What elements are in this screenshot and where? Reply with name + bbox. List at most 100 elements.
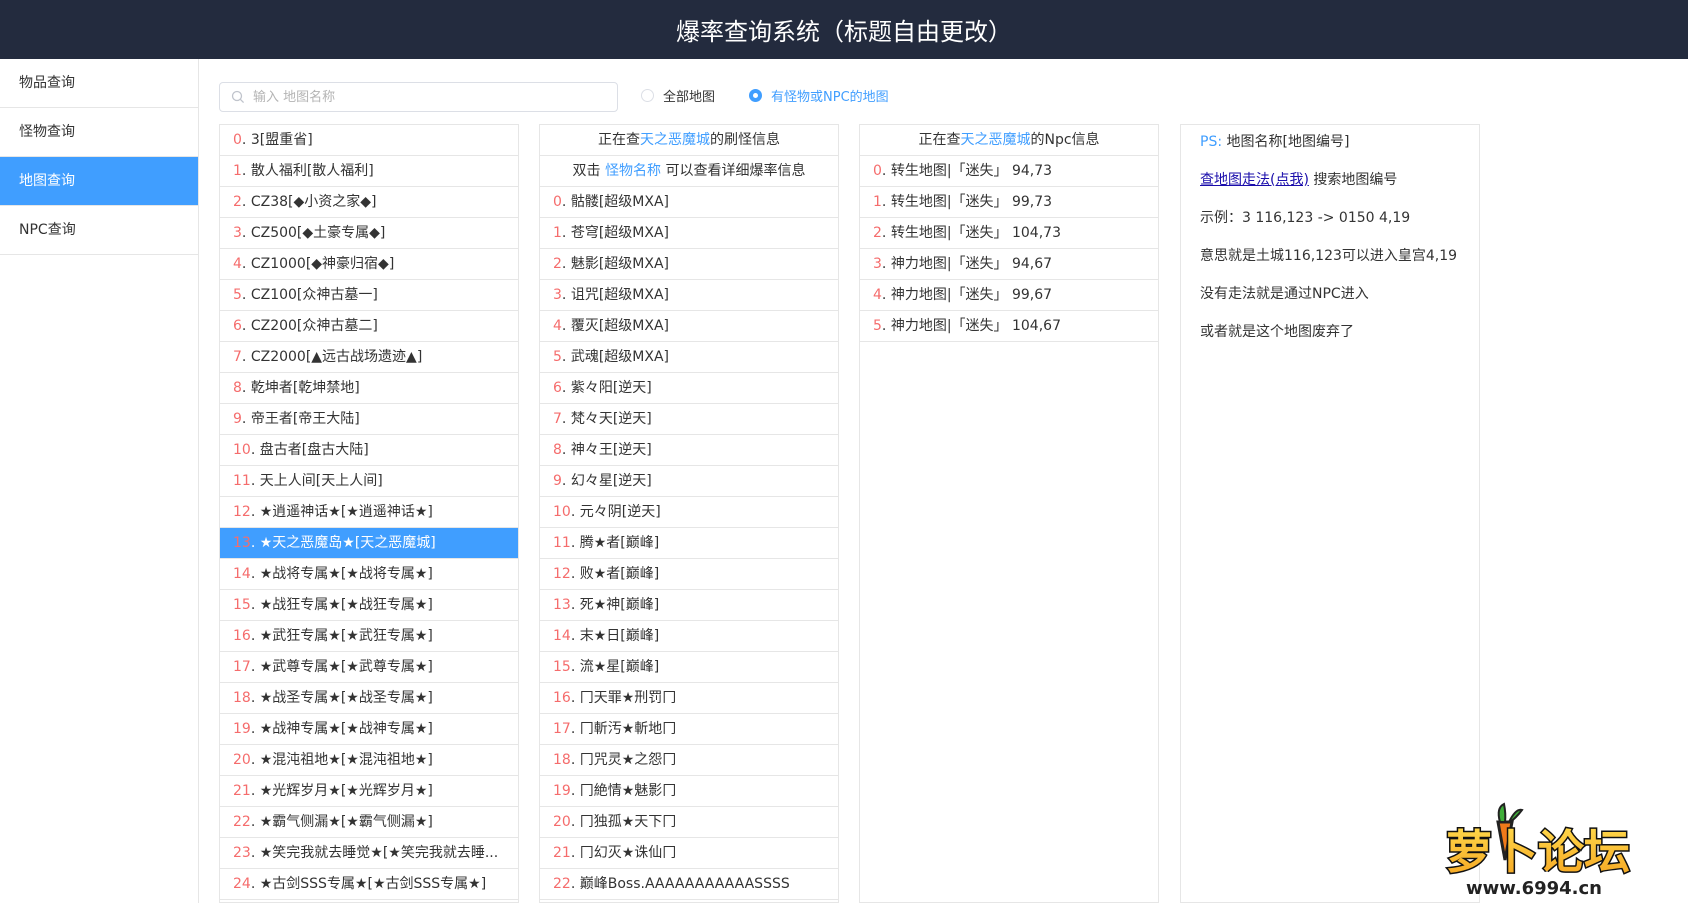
map-list-item[interactable]: 17. ★武尊专属★[★武尊专属★]	[220, 652, 518, 683]
monster-list-item[interactable]: 9. 幻々星[逆天]	[540, 466, 838, 497]
monster-list-item[interactable]: 11. 腾★者[巅峰]	[540, 528, 838, 559]
row-label: 冂斬汚★斬地冂	[579, 721, 677, 737]
row-index-separator: .	[250, 597, 260, 613]
map-list-item[interactable]: 5. CZ100[众神古墓一]	[220, 280, 518, 311]
map-list-item[interactable]: 12. ★逍遥神话★[★逍遥神话★]	[220, 497, 518, 528]
map-list-item[interactable]: 8. 乾坤者[乾坤禁地]	[220, 373, 518, 404]
map-list-item[interactable]: 19. ★战神专属★[★战神专属★]	[220, 714, 518, 745]
row-index-separator: .	[250, 504, 260, 520]
row-index-separator: .	[561, 411, 571, 427]
map-list-item[interactable]: 16. ★武狂专属★[★武狂专属★]	[220, 621, 518, 652]
row-index-separator: .	[881, 225, 891, 241]
map-list-item[interactable]: 6. CZ200[众神古墓二]	[220, 311, 518, 342]
npc-list-item[interactable]: 5. 神力地图|「迷失」 104,67	[860, 311, 1158, 342]
row-index-separator: .	[570, 876, 580, 892]
map-list-item[interactable]: 1. 散人福利[散人福利]	[220, 156, 518, 187]
map-search-input[interactable]	[251, 88, 617, 106]
monster-list-item[interactable]: 10. 元々阴[逆天]	[540, 497, 838, 528]
map-list-item[interactable]: 3. CZ500[◆土豪专属◆]	[220, 218, 518, 249]
monster-list-item[interactable]: 19. 冂絶情★魅影冂	[540, 776, 838, 807]
monster-list-item[interactable]: 17. 冂斬汚★斬地冂	[540, 714, 838, 745]
npc-list-item[interactable]: 3. 神力地图|「迷失」 94,67	[860, 249, 1158, 280]
monster-list-item[interactable]: 18. 冂咒灵★之怨冂	[540, 745, 838, 776]
monster-list-item[interactable]: 16. 冂天罪★刑罚冂	[540, 683, 838, 714]
map-list-item[interactable]: 13. ★天之恶魔岛★[天之恶魔城]	[220, 528, 518, 559]
map-list-item[interactable]: 23. ★笑完我就去睡觉★[★笑完我就去睡...	[220, 838, 518, 869]
row-index: 5	[553, 349, 562, 365]
row-index-separator: .	[561, 318, 571, 334]
sidebar-item-item-query[interactable]: 物品查询	[0, 59, 198, 108]
map-list-item[interactable]: 9. 帝王者[帝王大陆]	[220, 404, 518, 435]
row-index-separator: .	[241, 225, 251, 241]
monster-list-item[interactable]: 14. 末★日[巅峰]	[540, 621, 838, 652]
map-list-item[interactable]: 20. ★混沌祖地★[★混沌祖地★]	[220, 745, 518, 776]
map-list-item[interactable]: 15. ★战狂专属★[★战狂专属★]	[220, 590, 518, 621]
row-index: 12	[233, 504, 251, 520]
row-label: 神力地图|「迷失」 99,67	[890, 287, 1053, 303]
row-label: 末★日[巅峰]	[579, 628, 660, 644]
sidebar-item-npc-query[interactable]: NPC查询	[0, 206, 198, 255]
map-list-item[interactable]: 11. 天上人间[天上人间]	[220, 466, 518, 497]
map-list-item[interactable]: 18. ★战圣专属★[★战圣专属★]	[220, 683, 518, 714]
monster-list-item[interactable]: 13. 死★神[巅峰]	[540, 590, 838, 621]
monster-list-item[interactable]: 1. 苍穹[超级MXA]	[540, 218, 838, 249]
row-index: 3	[233, 225, 242, 241]
radio-label-all-maps: 全部地图	[663, 90, 716, 105]
row-index: 1	[233, 163, 242, 179]
map-search-box[interactable]	[219, 82, 618, 112]
npc-list-item[interactable]: 0. 转生地图|「迷失」 94,73	[860, 156, 1158, 187]
npc-list-item[interactable]: 1. 转生地图|「迷失」 99,73	[860, 187, 1158, 218]
row-index-separator: .	[250, 845, 260, 861]
row-index-separator: .	[250, 442, 260, 458]
map-list-item[interactable]: 4. CZ1000[◆神豪归宿◆]	[220, 249, 518, 280]
radio-circle[interactable]	[641, 89, 654, 102]
row-label: 神々王[逆天]	[570, 442, 652, 458]
row-label: 诅咒[超级MXA]	[570, 287, 669, 303]
map-list-item[interactable]: 14. ★战将专属★[★战将专属★]	[220, 559, 518, 590]
npc-list-item[interactable]: 2. 转生地图|「迷失」 104,73	[860, 218, 1158, 249]
sidebar-item-map-query[interactable]: 地图查询	[0, 157, 198, 206]
monster-list-item[interactable]: 12. 败★者[巅峰]	[540, 559, 838, 590]
monster-list-item[interactable]: 0. 骷髅[超级MXA]	[540, 187, 838, 218]
npc-list-item[interactable]: 4. 神力地图|「迷失」 99,67	[860, 280, 1158, 311]
row-index: 7	[553, 411, 562, 427]
row-label: 元々阴[逆天]	[579, 504, 661, 520]
row-index: 0	[873, 163, 882, 179]
row-index: 12	[553, 566, 571, 582]
radio-maps-with-monsters[interactable]: 有怪物或NPC的地图	[749, 86, 889, 105]
map-list-item[interactable]: 10. 盘古者[盘古大陆]	[220, 435, 518, 466]
map-list-item[interactable]: 22. ★霸气侧漏★[★霸气侧漏★]	[220, 807, 518, 838]
row-label: 腾★者[巅峰]	[579, 535, 660, 551]
row-index: 0	[553, 194, 562, 210]
monster-list-item[interactable]: 15. 流★星[巅峰]	[540, 652, 838, 683]
monster-list-item[interactable]: 6. 紫々阳[逆天]	[540, 373, 838, 404]
map-list-item[interactable]: 7. CZ2000[▲远古战场遗迹▲]	[220, 342, 518, 373]
map-route-link[interactable]: 查地图走法(点我)	[1200, 172, 1309, 188]
monster-list-item[interactable]: 22. 巅峰Boss.AAAAAAAAAAASSSS	[540, 869, 838, 900]
monster-list-item[interactable]: 8. 神々王[逆天]	[540, 435, 838, 466]
monster-list-item[interactable]: 21. 冂幻灭★诛仙冂	[540, 838, 838, 869]
monster-list-item[interactable]: 3. 诅咒[超级MXA]	[540, 280, 838, 311]
monster-list-item[interactable]: 2. 魅影[超级MXA]	[540, 249, 838, 280]
row-index: 13	[553, 597, 571, 613]
ps-panel: PS: 地图名称[地图编号] 查地图走法(点我) 搜索地图编号 示例：3 116…	[1180, 124, 1480, 903]
radio-circle-checked[interactable]	[749, 89, 762, 102]
row-index-separator: .	[570, 721, 580, 737]
map-list-item[interactable]: 0. 3[盟重省]	[220, 125, 518, 156]
row-label: 神力地图|「迷失」 94,67	[890, 256, 1053, 272]
map-list-item[interactable]: 2. CZ38[◆小资之家◆]	[220, 187, 518, 218]
row-index-separator: .	[570, 783, 580, 799]
map-list-item[interactable]: 21. ★光辉岁月★[★光辉岁月★]	[220, 776, 518, 807]
row-label: 冂幻灭★诛仙冂	[579, 845, 677, 861]
monster-list-item[interactable]: 4. 覆灭[超级MXA]	[540, 311, 838, 342]
sidebar-item-monster-query[interactable]: 怪物查询	[0, 108, 198, 157]
monster-list-item[interactable]: 5. 武魂[超级MXA]	[540, 342, 838, 373]
row-index: 15	[233, 597, 251, 613]
monster-list-item[interactable]: 7. 梵々天[逆天]	[540, 404, 838, 435]
map-list-item[interactable]: 24. ★古剑SSS专属★[★古剑SSS专属★]	[220, 869, 518, 900]
radio-all-maps[interactable]: 全部地图	[641, 86, 715, 105]
hint-monster-name: 怪物名称	[605, 163, 661, 179]
row-index: 10	[233, 442, 251, 458]
monster-list-item[interactable]: 20. 冂独孤★天下冂	[540, 807, 838, 838]
row-index-separator: .	[241, 163, 251, 179]
